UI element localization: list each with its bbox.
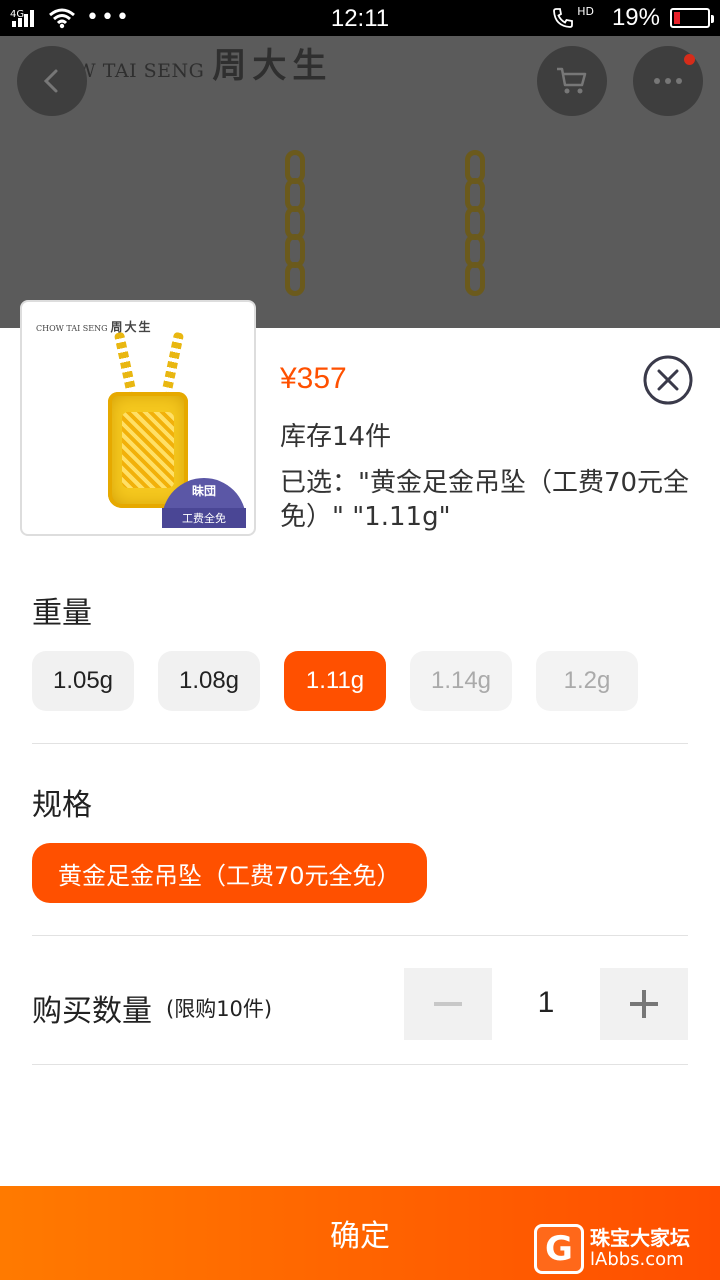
thumb-brand-en: CHOW TAI SENG bbox=[36, 324, 108, 333]
quantity-limit: (限购10件) bbox=[166, 997, 273, 1021]
quantity-label: 购买数量 bbox=[32, 994, 152, 1029]
spec-title: 规格 bbox=[32, 788, 92, 823]
call-hd-icon bbox=[553, 8, 574, 28]
status-right: HD 19% bbox=[551, 4, 714, 32]
status-bar: 4G ••• 12:11 HD 19% bbox=[0, 0, 720, 36]
backdrop-brand-cn: 周大生 bbox=[212, 46, 333, 86]
weight-option-1-14g: 1.14g bbox=[410, 651, 512, 711]
weight-option-1-08g[interactable]: 1.08g bbox=[158, 651, 260, 711]
back-button[interactable] bbox=[17, 46, 87, 116]
quantity-increment-button[interactable] bbox=[600, 968, 688, 1040]
cart-button[interactable] bbox=[537, 46, 607, 116]
weight-option-1-2g: 1.2g bbox=[536, 651, 638, 711]
weight-options: 1.05g 1.08g 1.11g 1.14g 1.2g bbox=[32, 651, 638, 711]
minus-icon bbox=[434, 1002, 462, 1006]
thumb-brand: CHOW TAI SENG 周大生 bbox=[36, 318, 153, 335]
watermark-text: 珠宝大家坛 lAbbs.com bbox=[590, 1227, 690, 1271]
hd-label: HD bbox=[577, 4, 594, 18]
more-dots-icon bbox=[654, 78, 682, 84]
weight-option-1-11g[interactable]: 1.11g bbox=[284, 651, 386, 711]
close-button[interactable] bbox=[642, 354, 694, 406]
thumb-chain-right bbox=[161, 331, 185, 393]
chevron-left-icon bbox=[43, 69, 58, 93]
chain-image-right bbox=[462, 150, 488, 296]
watermark-line2: lAbbs.com bbox=[590, 1249, 684, 1270]
watermark-logo: G bbox=[534, 1224, 584, 1274]
product-price: ¥357 bbox=[280, 362, 347, 395]
promo-badge: 昧団 工费全免 bbox=[162, 478, 246, 528]
cart-icon bbox=[557, 67, 587, 94]
notification-dot bbox=[684, 54, 695, 65]
close-circle-icon bbox=[643, 355, 693, 405]
promo-badge-top: 昧団 bbox=[191, 484, 216, 498]
chain-image-left bbox=[282, 150, 308, 296]
thumb-chain-left bbox=[113, 331, 137, 393]
battery-percent: 19% bbox=[611, 4, 660, 31]
site-watermark: G 珠宝大家坛 lAbbs.com bbox=[534, 1222, 714, 1276]
divider bbox=[32, 935, 688, 936]
weight-option-1-05g[interactable]: 1.05g bbox=[32, 651, 134, 711]
product-backdrop[interactable]: CHOW TAI SENG 周大生 bbox=[0, 36, 720, 328]
divider bbox=[32, 1064, 688, 1065]
product-thumbnail: CHOW TAI SENG 周大生 昧団 工费全免 bbox=[20, 300, 256, 536]
divider bbox=[32, 743, 688, 744]
quantity-value[interactable]: 1 bbox=[492, 986, 600, 1020]
weight-title: 重量 bbox=[32, 596, 92, 631]
selected-sku: 已选："黄金足金吊坠（工费70元全免）" "1.11g" bbox=[280, 468, 690, 532]
product-stock: 库存14件 bbox=[280, 422, 392, 452]
promo-badge-bottom: 工费全免 bbox=[162, 508, 246, 528]
battery-icon bbox=[670, 8, 714, 28]
watermark-line1: 珠宝大家坛 bbox=[590, 1226, 690, 1250]
plus-icon bbox=[630, 990, 658, 1018]
quantity-decrement-button[interactable] bbox=[404, 968, 492, 1040]
spec-option-selected[interactable]: 黄金足金吊坠（工费70元全免） bbox=[32, 843, 427, 903]
more-button[interactable] bbox=[633, 46, 703, 116]
battery-level bbox=[674, 12, 681, 24]
